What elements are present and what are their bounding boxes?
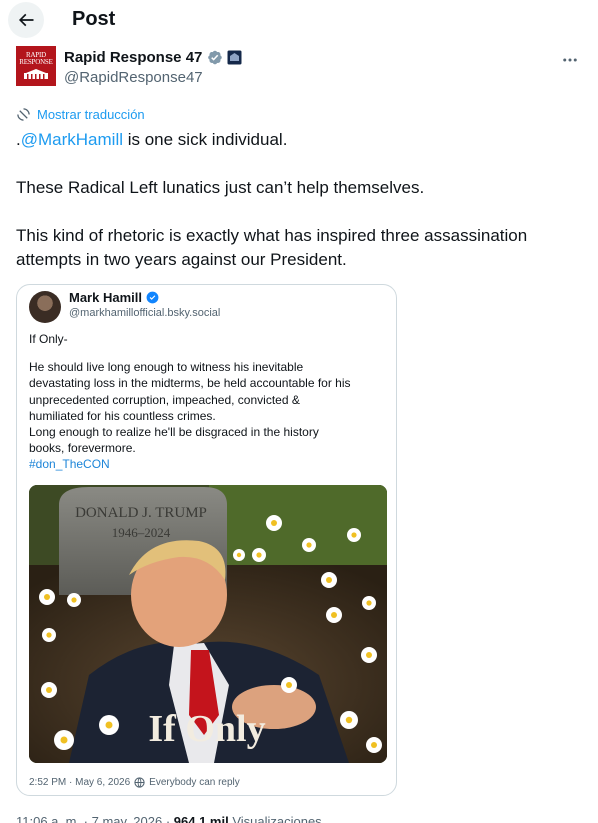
hashtag-link: #don_TheCON [29,457,110,472]
post-timestamp[interactable]: 11:06 a. m. · 7 may. 2026 · [16,814,174,823]
embed-author-name: Mark Hamill [69,290,159,305]
post-text-line: These Radical Left lunatics just can’t h… [16,178,425,197]
embed-body-line: Long enough to realize he'll be disgrace… [29,425,319,440]
post-meta: 11:06 a. m. · 7 may. 2026 · 964,1 mil Vi… [16,814,322,823]
photo-illustration: DONALD J. TRUMP 1946–2024 If Only [29,485,387,763]
embed-avatar [29,291,61,323]
avatar[interactable]: RAPID RESPONSE [16,46,56,86]
embedded-image[interactable]: Mark Hamill @markhamillofficial.bsky.soc… [16,284,397,796]
embed-body-line: If Only- [29,332,68,346]
views-label: Visualizaciones [228,814,322,823]
post-text: .@MarkHamill is one sick individual. The… [16,128,576,272]
post-text-line: attempts in two years against our Presid… [16,250,347,269]
post-text-line: This kind of rhetoric is exactly what ha… [16,226,528,245]
embed-body-line: unprecedented corruption, impeached, con… [29,392,300,407]
embed-footer: 2:52 PM · May 6, 2026 Everybody can repl… [29,777,240,788]
top-bar: Post [0,0,598,40]
image-caption: If Only [148,708,265,750]
building-icon [24,69,48,79]
embed-body: If Only- He should live long enough to w… [29,331,389,473]
embed-author-name-text: Mark Hamill [69,290,142,305]
author-name[interactable]: Rapid Response 47 [64,49,242,66]
translate-icon [17,108,30,121]
views-count: 964,1 mil [173,814,229,823]
embed-author-handle: @markhamillofficial.bsky.social [69,307,221,319]
embed-photo: DONALD J. TRUMP 1946–2024 If Only [29,485,387,763]
translate-link[interactable]: Mostrar traducción [16,107,145,122]
embed-body-line: He should live long enough to witness hi… [29,360,304,375]
post-author: RAPID RESPONSE Rapid Response 47 @RapidR… [16,46,586,90]
back-button[interactable] [8,2,44,38]
headstone-years: 1946–2024 [112,525,171,540]
text-suffix: is one sick individual. [123,130,288,149]
embed-body-line: humiliated for his countless crimes. [29,408,216,423]
author-name-text: Rapid Response 47 [64,49,203,66]
embed-timestamp: 2:52 PM · May 6, 2026 [29,777,131,788]
arrow-left-icon [18,13,34,27]
author-handle[interactable]: @RapidResponse47 [64,69,203,86]
embed-body-line: books, forevermore. [29,441,136,456]
embed-body-line: devastating loss in the midterms, be hel… [29,376,351,391]
government-affiliation-icon [227,50,242,65]
avatar-text-line: RESPONSE [19,58,53,66]
reply-globe-icon [134,777,145,788]
verified-blue-icon [146,291,159,304]
embed-reply-setting: Everybody can reply [149,777,240,788]
mention-link[interactable]: @MarkHamill [21,130,123,149]
page-title: Post [72,8,116,30]
more-button[interactable] [554,46,586,74]
more-horizontal-icon [563,58,577,62]
headstone-name: DONALD J. TRUMP [75,505,207,521]
post-text-line: .@MarkHamill is one sick individual. [16,128,576,152]
verified-gray-icon [208,50,223,65]
translate-label: Mostrar traducción [37,107,145,122]
